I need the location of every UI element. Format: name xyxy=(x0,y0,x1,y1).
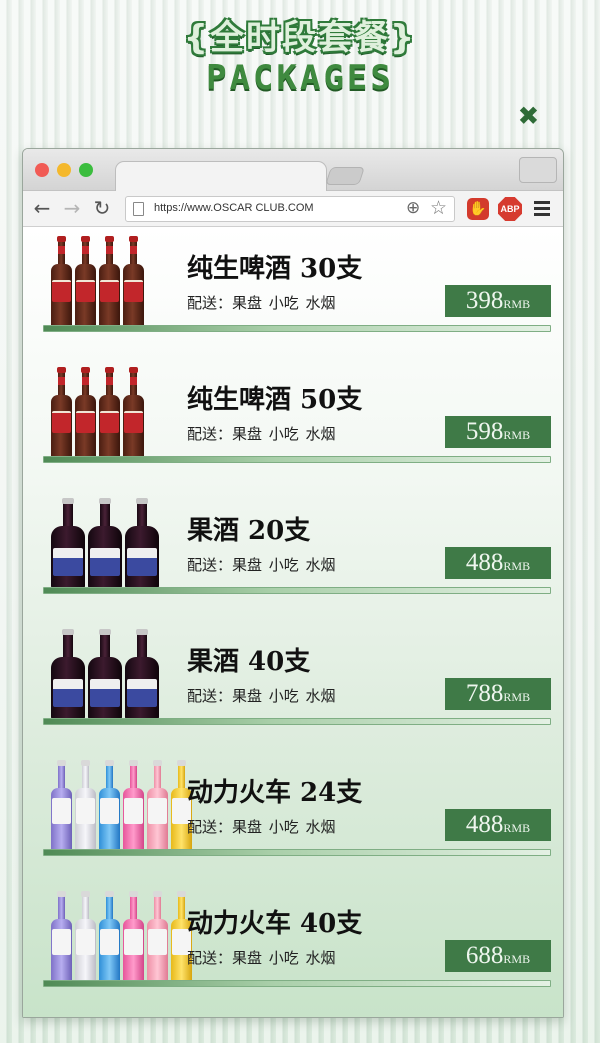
price-unit: RMB xyxy=(503,821,531,835)
price-value: 688 xyxy=(465,942,504,969)
package-item[interactable]: 动力火车 24支 配送：果盘 小吃 水烟 488RMB xyxy=(23,752,563,883)
package-includes: 配送：果盘 小吃 水烟 xyxy=(187,818,336,836)
page-header: {全时段套餐} PACKAGES ✖ xyxy=(0,0,600,150)
window-control-button[interactable] xyxy=(519,157,557,183)
price-badge: 488RMB xyxy=(445,547,551,579)
browser-window: ← → ↻ https://www.OSCAR CLUB.COM ⊕ ☆ ✋ A… xyxy=(22,148,564,1018)
package-includes: 配送：果盘 小吃 水烟 xyxy=(187,949,336,967)
package-name: 动力火车 24支 xyxy=(187,778,363,808)
package-includes: 配送：果盘 小吃 水烟 xyxy=(187,556,336,574)
beer-bottles-image xyxy=(51,236,144,328)
page-title: {全时段套餐} xyxy=(183,18,417,58)
package-list: 纯生啤酒 30支 配送：果盘 小吃 水烟 398RMB 纯生啤酒 50支 配送：… xyxy=(23,228,563,1017)
cocktail-bottles-image xyxy=(51,891,192,983)
price-value: 488 xyxy=(465,811,504,838)
close-window-button[interactable] xyxy=(35,163,49,177)
price-unit: RMB xyxy=(503,428,531,442)
package-name: 纯生啤酒 30支 xyxy=(187,254,363,284)
stop-hand-icon[interactable]: ✋ xyxy=(467,198,489,220)
price-unit: RMB xyxy=(503,952,531,966)
package-name: 动力火车 40支 xyxy=(187,909,363,939)
price-value: 488 xyxy=(465,549,504,576)
page-subtitle: PACKAGES xyxy=(206,58,394,98)
package-item[interactable]: 纯生啤酒 30支 配送：果盘 小吃 水烟 398RMB xyxy=(23,228,563,359)
package-item[interactable]: 动力火车 40支 配送：果盘 小吃 水烟 688RMB xyxy=(23,883,563,1014)
beer-bottles-image xyxy=(51,367,144,459)
minimize-window-button[interactable] xyxy=(57,163,71,177)
new-tab-button[interactable] xyxy=(325,167,365,185)
divider xyxy=(43,587,551,594)
package-item[interactable]: 纯生啤酒 50支 配送：果盘 小吃 水烟 598RMB xyxy=(23,359,563,490)
divider xyxy=(43,849,551,856)
hamburger-menu-icon[interactable] xyxy=(534,201,550,217)
arrow-right-icon[interactable]: → xyxy=(61,197,83,219)
zoom-icon[interactable]: ⊕ xyxy=(406,198,420,218)
price-badge: 598RMB xyxy=(445,416,551,448)
package-item[interactable]: 果酒 20支 配送：果盘 小吃 水烟 488RMB xyxy=(23,490,563,621)
fruit-wine-bottles-image xyxy=(51,498,159,590)
price-value: 398 xyxy=(465,287,504,314)
browser-titlebar xyxy=(23,149,563,192)
price-unit: RMB xyxy=(503,690,531,704)
price-badge: 488RMB xyxy=(445,809,551,841)
package-name: 果酒 20支 xyxy=(187,516,311,546)
maximize-window-button[interactable] xyxy=(79,163,93,177)
star-icon[interactable]: ☆ xyxy=(430,197,447,219)
price-unit: RMB xyxy=(503,559,531,573)
address-bar[interactable]: https://www.OSCAR CLUB.COM ⊕ ☆ xyxy=(125,196,455,222)
price-badge: 788RMB xyxy=(445,678,551,710)
package-name: 果酒 40支 xyxy=(187,647,311,677)
divider xyxy=(43,718,551,725)
browser-tab[interactable] xyxy=(115,161,327,192)
package-name: 纯生啤酒 50支 xyxy=(187,385,363,415)
package-includes: 配送：果盘 小吃 水烟 xyxy=(187,687,336,705)
price-badge: 688RMB xyxy=(445,940,551,972)
pixel-x-icon: ✖ xyxy=(518,96,540,136)
divider xyxy=(43,456,551,463)
price-unit: RMB xyxy=(503,297,531,311)
package-item[interactable]: 果酒 40支 配送：果盘 小吃 水烟 788RMB xyxy=(23,621,563,752)
package-includes: 配送：果盘 小吃 水烟 xyxy=(187,294,336,312)
divider xyxy=(43,980,551,987)
arrow-left-icon[interactable]: ← xyxy=(31,197,53,219)
price-value: 788 xyxy=(465,680,504,707)
price-badge: 398RMB xyxy=(445,285,551,317)
package-includes: 配送：果盘 小吃 水烟 xyxy=(187,425,336,443)
cocktail-bottles-image xyxy=(51,760,192,852)
divider xyxy=(43,325,551,332)
price-value: 598 xyxy=(465,418,504,445)
adblock-icon[interactable]: ABP xyxy=(498,197,522,221)
browser-toolbar: ← → ↻ https://www.OSCAR CLUB.COM ⊕ ☆ ✋ A… xyxy=(23,191,563,227)
reload-icon[interactable]: ↻ xyxy=(91,197,113,219)
fruit-wine-bottles-image xyxy=(51,629,159,721)
page-icon xyxy=(133,202,144,216)
url-text[interactable]: https://www.OSCAR CLUB.COM xyxy=(154,202,314,214)
